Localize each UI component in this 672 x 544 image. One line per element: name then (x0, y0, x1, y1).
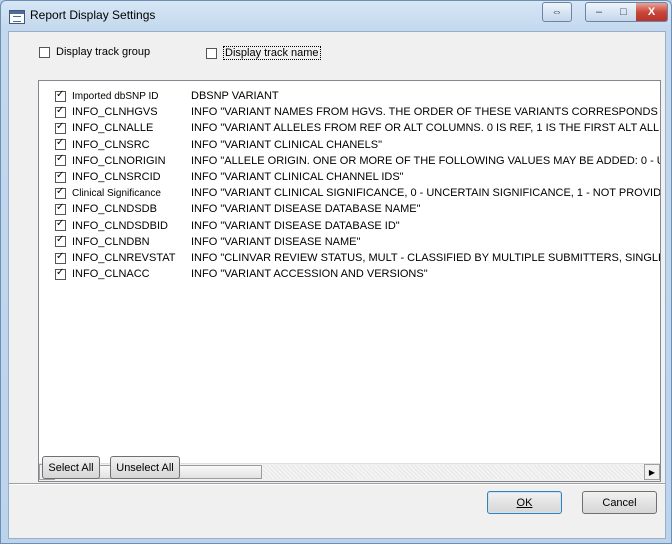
track-list: Imported dbSNP ID DBSNP VARIANT INFO_CLNHG… (39, 81, 660, 464)
track-name: Imported dbSNP ID (72, 90, 159, 102)
track-checkbox[interactable] (55, 267, 66, 280)
app-icon (9, 10, 25, 24)
track-description: INFO "VARIANT DISEASE DATABASE NAME" (191, 203, 421, 216)
track-name: INFO_CLNREVSTAT (72, 252, 176, 264)
track-checkbox[interactable] (55, 234, 66, 248)
track-row[interactable]: Clinical Significance INFO "VARIANT CLINI… (55, 185, 660, 201)
track-description: INFO "CLINVAR REVIEW STATUS, MULT - CLAS… (191, 252, 660, 264)
ok-label: OK (516, 496, 533, 509)
track-checkbox[interactable] (55, 105, 66, 118)
display-track-name-label: Display track name (223, 46, 321, 60)
minimize-button[interactable]: – (585, 2, 613, 22)
cancel-button[interactable]: Cancel (582, 491, 657, 514)
window-title: Report Display Settings (30, 8, 156, 22)
track-row[interactable]: INFO_CLNREVSTAT INFO "CLINVAR REVIEW STAT… (55, 250, 660, 266)
track-checkbox[interactable] (55, 186, 66, 199)
ok-button[interactable]: OK (487, 491, 562, 514)
track-description: INFO "VARIANT CLINICAL CHANELS" (191, 138, 382, 151)
unselect-all-button[interactable]: Unselect All (110, 456, 180, 479)
track-checkbox[interactable] (55, 137, 66, 151)
title-bar[interactable]: Report Display Settings ⇔ – □ X (1, 1, 671, 31)
track-description: INFO "VARIANT CLINICAL SIGNIFICANCE, 0 -… (191, 187, 660, 200)
track-checkbox[interactable] (55, 153, 66, 167)
display-track-group-option[interactable]: Display track group (39, 46, 150, 58)
track-row[interactable]: INFO_CLNALLE INFO "VARIANT ALLELES FROM R… (55, 120, 660, 136)
cancel-label: Cancel (602, 496, 637, 509)
track-description: INFO "VARIANT NAMES FROM HGVS. THE ORDER… (191, 106, 660, 119)
track-name: Clinical Significance (72, 187, 161, 199)
select-all-button[interactable]: Select All (42, 456, 100, 479)
scroll-right-icon[interactable]: ▶ (644, 464, 660, 480)
track-row[interactable]: INFO_CLNORIGIN INFO "ALLELE ORIGIN. ONE O… (55, 153, 660, 169)
track-row[interactable]: INFO_CLNSRC INFO "VARIANT CLINICAL CHANEL… (55, 137, 382, 153)
track-name: INFO_CLNSRC (72, 138, 150, 151)
track-description: INFO "VARIANT ACCESSION AND VERSIONS" (191, 268, 428, 281)
track-name: INFO_CLNACC (72, 268, 150, 281)
track-name: INFO_CLNDSDBID (72, 219, 168, 232)
track-row[interactable]: INFO_CLNHGVS INFO "VARIANT NAMES FROM HGV… (55, 104, 660, 120)
track-name: INFO_CLNSRCID (72, 171, 161, 183)
track-row[interactable]: INFO_CLNSRCID INFO "VARIANT CLINICAL CHAN… (55, 169, 404, 185)
track-description: INFO "ALLELE ORIGIN. ONE OR MORE OF THE … (191, 154, 660, 167)
track-description: INFO "VARIANT CLINICAL CHANNEL IDS" (191, 171, 404, 183)
track-checkbox[interactable] (55, 218, 66, 232)
track-description: INFO "VARIANT ALLELES FROM REF OR ALT CO… (191, 122, 660, 135)
close-button[interactable]: X (636, 2, 668, 22)
display-track-name-option[interactable]: Display track name (206, 46, 321, 60)
track-name: INFO_CLNDSDB (72, 203, 157, 216)
track-row[interactable]: INFO_CLNDSDBID INFO "VARIANT DISEASE DATA… (55, 218, 400, 234)
track-checkbox[interactable] (55, 202, 66, 215)
track-description: INFO "VARIANT DISEASE DATABASE ID" (191, 219, 400, 232)
track-row[interactable]: INFO_CLNDBN INFO "VARIANT DISEASE NAME" (55, 234, 360, 250)
report-display-settings-window: Report Display Settings ⇔ – □ X Display … (0, 0, 672, 544)
restore-icon[interactable]: ⇔ (542, 2, 572, 22)
track-checkbox[interactable] (55, 89, 66, 102)
track-checkbox[interactable] (55, 170, 66, 183)
separator (9, 483, 665, 485)
display-track-group-label: Display track group (56, 46, 151, 58)
track-description: DBSNP VARIANT (191, 90, 279, 102)
track-name: INFO_CLNDBN (72, 235, 150, 248)
maximize-button[interactable]: □ (611, 2, 637, 22)
scrollbar-track[interactable] (263, 465, 643, 479)
track-row[interactable]: Imported dbSNP ID DBSNP VARIANT (55, 88, 279, 104)
track-description: INFO "VARIANT DISEASE NAME" (191, 235, 361, 248)
track-list-panel: Imported dbSNP ID DBSNP VARIANT INFO_CLNHG… (38, 80, 661, 482)
track-checkbox[interactable] (55, 121, 66, 134)
dialog-body: Display track group Display track name I… (8, 31, 666, 539)
track-name: INFO_CLNHGVS (72, 106, 158, 119)
display-track-group-checkbox[interactable] (39, 46, 50, 58)
track-checkbox[interactable] (55, 251, 66, 264)
track-name: INFO_CLNALLE (72, 122, 154, 135)
track-name: INFO_CLNORIGIN (72, 154, 166, 167)
track-row[interactable]: INFO_CLNDSDB INFO "VARIANT DISEASE DATABA… (55, 201, 421, 217)
display-track-name-checkbox[interactable] (206, 47, 217, 59)
track-row[interactable]: INFO_CLNACC INFO "VARIANT ACCESSION AND V… (55, 266, 428, 282)
